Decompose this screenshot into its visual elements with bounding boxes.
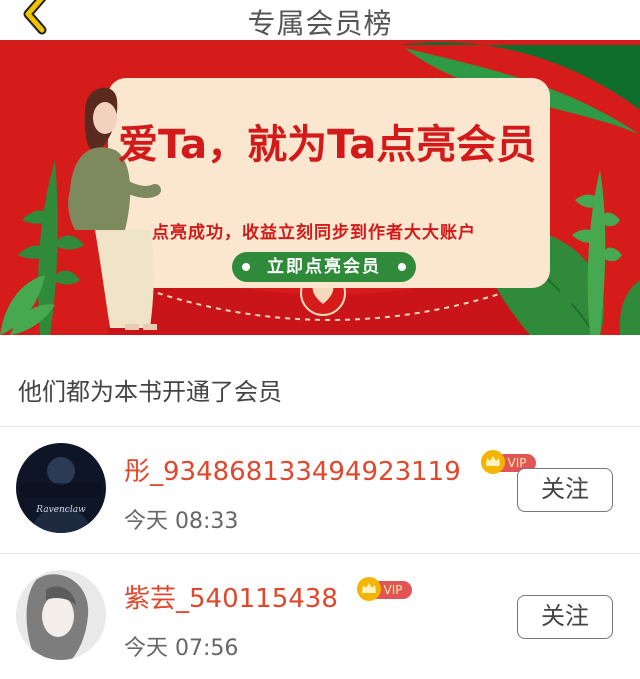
avatar-image bbox=[16, 570, 106, 660]
vip-badge-label: VIP bbox=[384, 583, 403, 597]
member-name[interactable]: 彤_934868133494923119 bbox=[124, 451, 461, 488]
banner-headline: 爱Ta，就为Ta点亮会员 bbox=[118, 122, 537, 168]
member-name[interactable]: 紫芸_540115438 bbox=[124, 578, 338, 615]
section-title: 他们都为本书开通了会员 bbox=[18, 378, 282, 406]
top-bar: 专属会员榜 bbox=[0, 0, 640, 40]
member-time: 今天 07:56 bbox=[124, 636, 239, 661]
member-time: 今天 08:33 bbox=[124, 509, 239, 534]
banner-subline: 点亮成功，收益立刻同步到作者大大账户 bbox=[152, 223, 476, 243]
avatar-image: Ravenclaw bbox=[16, 443, 106, 533]
vip-badge: VIP bbox=[357, 577, 412, 601]
avatar[interactable] bbox=[16, 570, 106, 660]
member-list-item: Ravenclaw 彤_934868133494923119 VIP 今天 08… bbox=[0, 427, 640, 553]
follow-button[interactable]: 关注 bbox=[517, 468, 613, 512]
light-up-vip-button[interactable]: 立即点亮会员 bbox=[232, 252, 416, 282]
follow-button[interactable]: 关注 bbox=[517, 595, 613, 639]
avatar-caption: Ravenclaw bbox=[35, 505, 86, 515]
avatar[interactable]: Ravenclaw bbox=[16, 443, 106, 533]
member-list-item: 紫芸_540115438 VIP 今天 07:56 关注 bbox=[0, 554, 640, 679]
vip-promo-banner[interactable]: 爱Ta，就为Ta点亮会员 点亮成功，收益立刻同步到作者大大账户 立即点亮会员 bbox=[0, 40, 640, 335]
page-title: 专属会员榜 bbox=[247, 7, 393, 40]
